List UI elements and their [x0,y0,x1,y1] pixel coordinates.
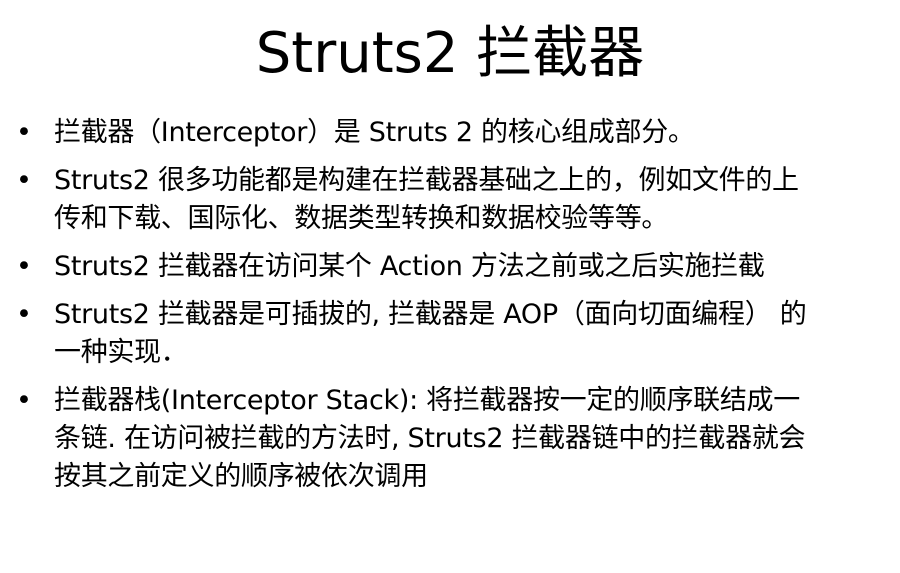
bullet-list: • 拦截器（Interceptor）是 Struts 2 的核心组成部分。 • … [16,114,884,506]
bullet-marker: • [16,117,32,148]
bullet-line: Struts2 拦截器在访问某个 Action 方法之前或之后实施拦截 [54,251,765,282]
bullet-line: 拦截器栈(Interceptor Stack): 将拦截器按一定的顺序联结成一 [54,385,800,416]
bullet-text: Struts2 拦截器是可插拔的, 拦截器是 AOP（面向切面编程） 的 一种实… [54,296,884,372]
bullet-item: • Struts2 很多功能都是构建在拦截器基础之上的，例如文件的上 传和下载、… [16,162,884,238]
bullet-item: • Struts2 拦截器是可插拔的, 拦截器是 AOP（面向切面编程） 的 一… [16,296,884,372]
bullet-item: • 拦截器栈(Interceptor Stack): 将拦截器按一定的顺序联结成… [16,382,884,496]
bullet-item: • 拦截器（Interceptor）是 Struts 2 的核心组成部分。 [16,114,884,152]
bullet-marker: • [16,165,32,196]
slide-title: Struts2 拦截器 [255,21,645,86]
bullet-text: 拦截器（Interceptor）是 Struts 2 的核心组成部分。 [54,114,884,152]
bullet-text: Struts2 很多功能都是构建在拦截器基础之上的，例如文件的上 传和下载、国际… [54,162,884,238]
bullet-text: Struts2 拦截器在访问某个 Action 方法之前或之后实施拦截 [54,248,884,286]
bullet-line: 拦截器（Interceptor）是 Struts 2 的核心组成部分。 [54,117,695,148]
bullet-line: 一种实现． [54,337,188,368]
bullet-line: 传和下载、国际化、数据类型转换和数据校验等等。 [54,203,669,234]
bullet-marker: • [16,299,32,330]
bullet-line: 条链. 在访问被拦截的方法时, Struts2 拦截器链中的拦截器就会 [54,423,806,454]
bullet-marker: • [16,251,32,282]
bullet-item: • Struts2 拦截器在访问某个 Action 方法之前或之后实施拦截 [16,248,884,286]
bullet-line: Struts2 拦截器是可插拔的, 拦截器是 AOP（面向切面编程） 的 [54,299,807,330]
bullet-line: Struts2 很多功能都是构建在拦截器基础之上的，例如文件的上 [54,165,799,196]
bullet-line: 按其之前定义的顺序被依次调用 [54,461,428,492]
slide: Struts2 拦截器 • 拦截器（Interceptor）是 Struts 2… [0,0,900,573]
bullet-text: 拦截器栈(Interceptor Stack): 将拦截器按一定的顺序联结成一 … [54,382,884,496]
bullet-marker: • [16,385,32,416]
